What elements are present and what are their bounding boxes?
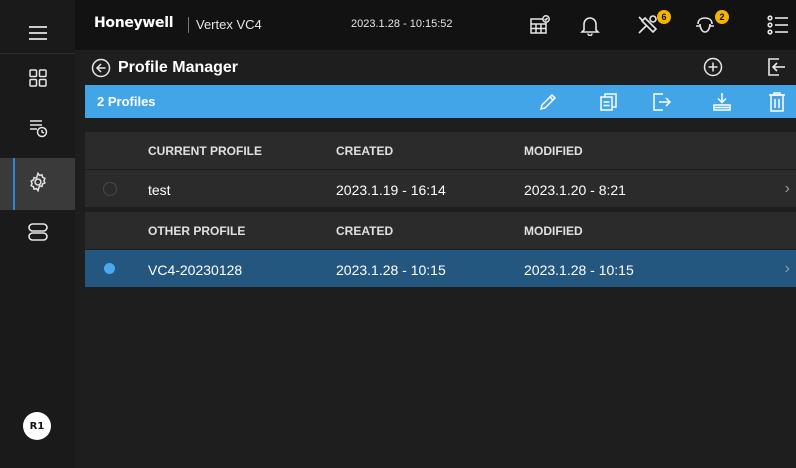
exit-button[interactable] <box>765 56 787 83</box>
back-arrow-icon[interactable] <box>91 58 111 83</box>
edit-icon[interactable] <box>536 90 560 114</box>
download-icon[interactable] <box>710 90 734 114</box>
gas-icon[interactable]: 2 <box>693 10 729 37</box>
user-avatar[interactable]: R1 <box>23 412 51 440</box>
brand-divider <box>188 17 189 33</box>
event-log-icon[interactable] <box>0 110 75 146</box>
list-menu-icon[interactable] <box>765 13 791 37</box>
page-title: Profile Manager <box>118 59 239 76</box>
profile-name: test <box>148 182 171 198</box>
column-header: OTHER PROFILE <box>148 224 246 238</box>
product-name: Vertex VC4 <box>196 17 262 32</box>
modified-date: 2023.1.20 - 8:21 <box>524 182 626 198</box>
top-bar: Honeywell Vertex VC4 2023.1.28 - 10:15:5… <box>75 0 796 50</box>
current-profile-header: CURRENT PROFILE CREATED MODIFIED <box>85 132 796 169</box>
other-profile-header: OTHER PROFILE CREATED MODIFIED <box>85 212 796 249</box>
modified-date: 2023.1.28 - 10:15 <box>524 262 634 278</box>
left-navigation-rail: R1 <box>0 0 75 468</box>
column-header: MODIFIED <box>524 144 583 158</box>
profile-count: 2 Profiles <box>97 94 156 109</box>
gas-badge: 2 <box>715 10 729 24</box>
profile-radio[interactable] <box>104 263 115 274</box>
chevron-right-icon[interactable]: › <box>785 260 790 278</box>
tools-badge: 6 <box>657 10 671 24</box>
created-date: 2023.1.28 - 10:15 <box>336 262 446 278</box>
page-header: Profile Manager <box>75 53 796 85</box>
column-header: CREATED <box>336 224 394 238</box>
column-header: CURRENT PROFILE <box>148 144 262 158</box>
tools-icon[interactable]: 6 <box>635 10 671 37</box>
datetime-display: 2023.1.28 - 10:15:52 <box>351 18 453 30</box>
table-row[interactable]: test 2023.1.19 - 16:14 2023.1.20 - 8:21 … <box>85 170 796 207</box>
profiles-toolbar: 2 Profiles <box>85 85 796 118</box>
bell-icon[interactable] <box>577 13 603 37</box>
calendar-icon[interactable] <box>527 13 553 37</box>
column-header: MODIFIED <box>524 224 583 238</box>
brand-logo: Honeywell <box>94 15 174 31</box>
plus-circle-icon <box>703 57 723 81</box>
dashboard-grid-icon[interactable] <box>0 60 75 96</box>
created-date: 2023.1.19 - 16:14 <box>336 182 446 198</box>
chevron-right-icon[interactable]: › <box>785 180 790 198</box>
storage-icon[interactable] <box>0 214 75 250</box>
table-row[interactable]: VC4-20230128 2023.1.28 - 10:15 2023.1.28… <box>85 250 796 287</box>
profile-name: VC4-20230128 <box>148 262 243 278</box>
exit-icon <box>765 58 787 82</box>
settings-icon <box>27 171 49 198</box>
copy-icon[interactable] <box>597 90 621 114</box>
column-header: CREATED <box>336 144 394 158</box>
profile-radio[interactable] <box>103 182 117 196</box>
export-icon[interactable] <box>651 90 675 114</box>
hamburger-menu-icon[interactable] <box>0 18 75 48</box>
settings-nav-item[interactable] <box>0 158 75 210</box>
add-profile-button[interactable] <box>703 57 723 82</box>
delete-icon[interactable] <box>765 90 789 114</box>
